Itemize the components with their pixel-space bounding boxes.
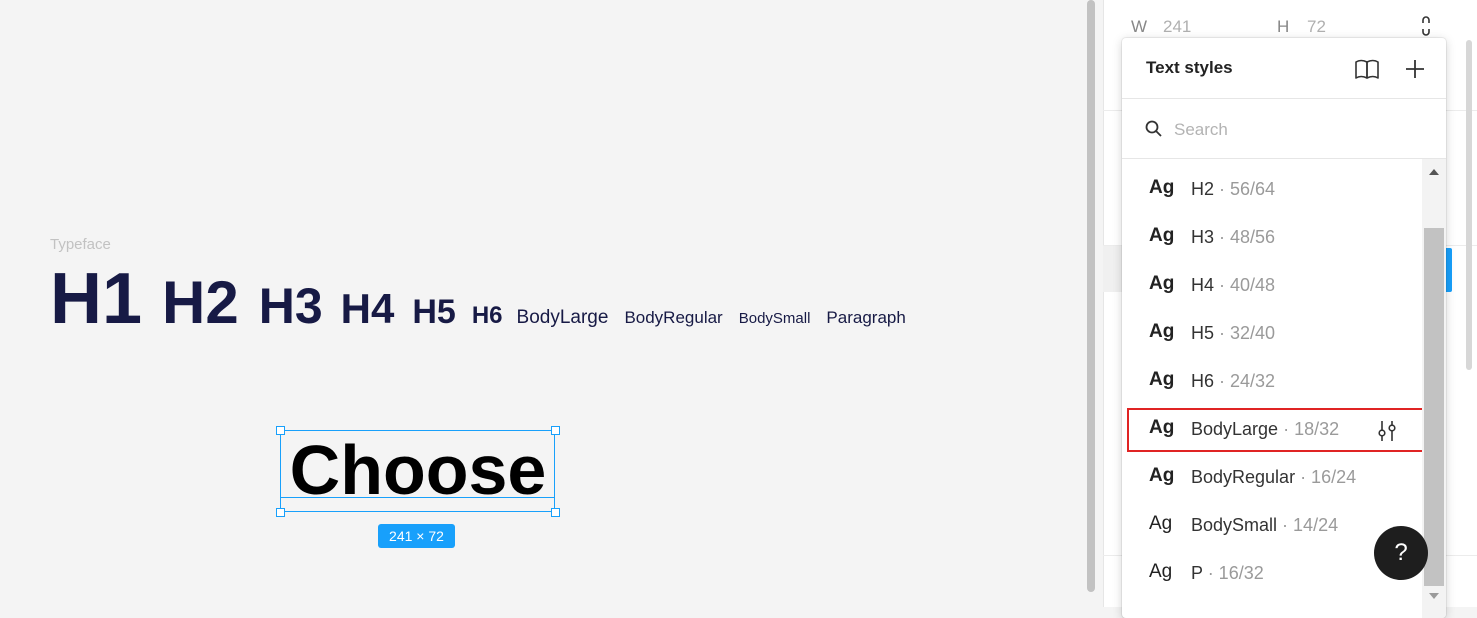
sample-h6[interactable]: H6 <box>472 302 503 330</box>
style-name: H6 <box>1191 371 1215 391</box>
sample-h5[interactable]: H5 <box>412 293 455 332</box>
width-value[interactable]: 241 <box>1163 17 1191 37</box>
style-metrics: · 18/32 <box>1278 419 1340 439</box>
style-name: H2 <box>1191 179 1215 199</box>
style-preview: Ag <box>1149 273 1175 294</box>
style-preview: Ag <box>1149 513 1173 534</box>
sample-paragraph[interactable]: Paragraph <box>826 308 905 328</box>
style-metrics: · 14/24 <box>1277 515 1339 535</box>
help-button[interactable]: ? <box>1374 526 1428 580</box>
style-name: H5 <box>1191 323 1215 343</box>
sample-h2[interactable]: H2 <box>162 268 239 337</box>
style-preview: Ag <box>1149 369 1175 390</box>
height-label: H <box>1277 17 1290 36</box>
search-row <box>1122 99 1446 159</box>
style-metrics: · 40/48 <box>1214 275 1276 295</box>
panel-scrollbar[interactable] <box>1466 40 1472 370</box>
style-preview: Ag <box>1149 225 1175 246</box>
text-baseline <box>280 497 555 498</box>
style-name: BodyLarge <box>1191 419 1279 439</box>
list-scrollbar-thumb[interactable] <box>1424 228 1444 586</box>
height-value[interactable]: 72 <box>1307 17 1326 37</box>
text-style-item-h4[interactable]: Ag H4 · 40/48 <box>1127 264 1425 308</box>
popup-header: Text styles <box>1122 38 1446 99</box>
style-name: H4 <box>1191 275 1215 295</box>
style-metrics: · 16/24 <box>1295 467 1357 487</box>
style-metrics: · 56/64 <box>1214 179 1276 199</box>
text-style-item-bodylarge[interactable]: Ag BodyLarge · 18/32 <box>1127 408 1425 452</box>
style-name: P <box>1191 563 1203 583</box>
resize-handle-bottom-right[interactable] <box>551 508 560 517</box>
style-preview: Ag <box>1149 465 1175 486</box>
sample-body-large[interactable]: BodyLarge <box>517 307 609 329</box>
style-name: BodySmall <box>1191 515 1278 535</box>
style-preview: Ag <box>1149 177 1175 198</box>
style-name: H3 <box>1191 227 1215 247</box>
typeface-samples: H1 H2 H3 H4 H5 H6 BodyLarge BodyRegular … <box>50 258 906 340</box>
resize-handle-bottom-left[interactable] <box>276 508 285 517</box>
style-preview: Ag <box>1149 321 1175 342</box>
design-canvas[interactable]: Typeface H1 H2 H3 H4 H5 H6 BodyLarge Bod… <box>0 0 1085 607</box>
resize-handle-top-left[interactable] <box>276 426 285 435</box>
sample-body-small[interactable]: BodySmall <box>739 310 811 327</box>
style-metrics: · 16/32 <box>1202 563 1264 583</box>
size-badge: 241 × 72 <box>378 524 455 548</box>
plus-icon[interactable] <box>1402 56 1428 82</box>
typeface-label: Typeface <box>50 236 111 253</box>
canvas-scrollbar-thumb[interactable] <box>1087 0 1095 592</box>
resize-handle-top-right[interactable] <box>551 426 560 435</box>
style-preview: Ag <box>1149 417 1175 438</box>
text-style-item-bodyregular[interactable]: Ag BodyRegular · 16/24 <box>1127 456 1425 500</box>
sample-h3[interactable]: H3 <box>259 277 323 335</box>
sample-h4[interactable]: H4 <box>341 285 395 333</box>
style-metrics: · 32/40 <box>1214 323 1276 343</box>
text-style-item-h6[interactable]: Ag H6 · 24/32 <box>1127 360 1425 404</box>
text-style-item-h5[interactable]: Ag H5 · 32/40 <box>1127 312 1425 356</box>
style-metrics: · 24/32 <box>1214 371 1276 391</box>
text-style-item-h2[interactable]: Ag H2 · 56/64 <box>1127 168 1425 212</box>
search-icon <box>1145 120 1162 137</box>
scroll-down-arrow-icon[interactable] <box>1429 593 1439 599</box>
scroll-up-arrow-icon[interactable] <box>1429 169 1439 175</box>
sample-body-regular[interactable]: BodyRegular <box>624 308 722 328</box>
canvas-scrollbar[interactable] <box>1085 0 1098 607</box>
sample-h1[interactable]: H1 <box>50 258 142 340</box>
style-name: BodyRegular <box>1191 467 1296 487</box>
search-input[interactable] <box>1172 115 1416 145</box>
width-label: W <box>1131 17 1148 36</box>
constrain-proportions-icon[interactable] <box>1420 15 1432 37</box>
style-metrics: · 48/56 <box>1214 227 1276 247</box>
edit-style-icon[interactable] <box>1376 418 1398 444</box>
style-preview: Ag <box>1149 561 1173 582</box>
library-book-icon[interactable] <box>1354 56 1380 82</box>
selection-box[interactable] <box>280 430 555 512</box>
popup-title: Text styles <box>1146 58 1233 77</box>
text-style-item-h3[interactable]: Ag H3 · 48/56 <box>1127 216 1425 260</box>
